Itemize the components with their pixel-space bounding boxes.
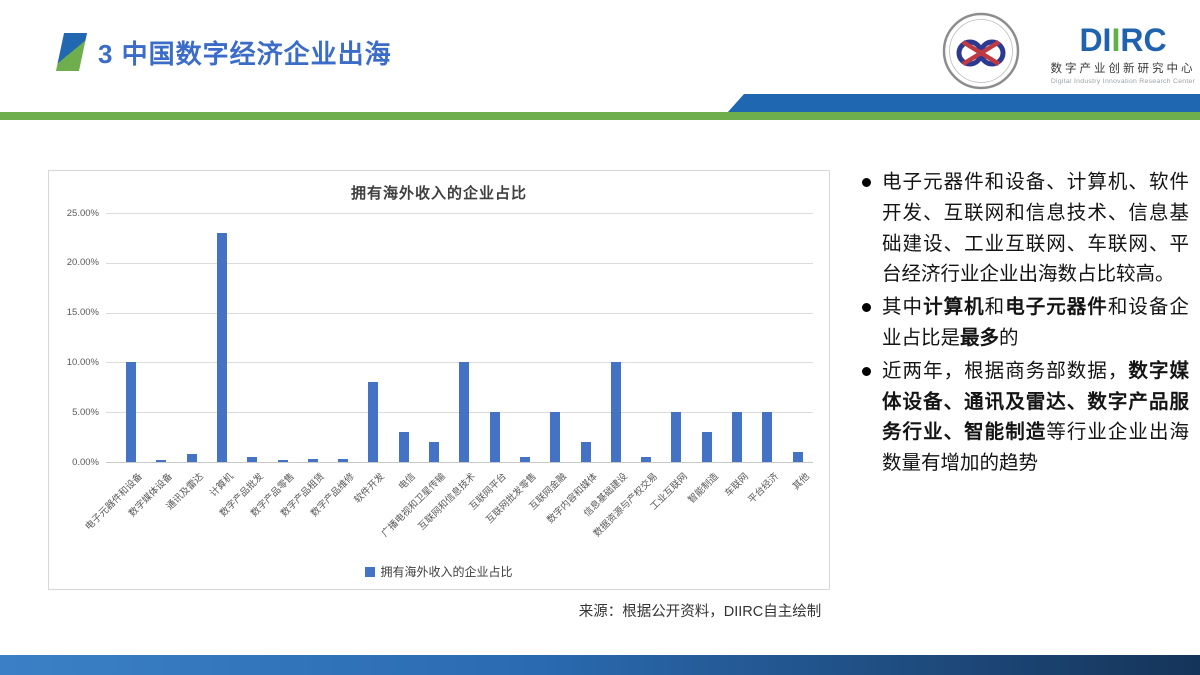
bar (399, 432, 409, 462)
title-accent-mark (56, 33, 87, 71)
bar (308, 459, 318, 462)
bullet-list: 电子元器件和设备、计算机、软件开发、互联网和信息技术、信息基础建设、工业互联网、… (862, 167, 1189, 479)
footer-bar (0, 655, 1200, 675)
header-blue-band (727, 94, 1200, 113)
y-axis-tick-label: 0.00% (49, 457, 99, 468)
bullet-dot (862, 178, 871, 187)
bar (247, 457, 257, 462)
source-note: 来源：根据公开资料，DIIRC自主绘制 (460, 600, 940, 621)
bar (429, 442, 439, 462)
bullet-text: 其中计算机和电子元器件和设备企业占比是最多的 (882, 292, 1189, 354)
bar (732, 412, 742, 462)
bar (490, 412, 500, 462)
bar (338, 459, 348, 462)
bullet-text: 近两年，根据商务部数据，数字媒体设备、通讯及雷达、数字产品服务行业、智能制造等行… (882, 356, 1189, 479)
bullet-text: 电子元器件和设备、计算机、软件开发、互联网和信息技术、信息基础建设、工业互联网、… (882, 167, 1189, 290)
dirc-logo: DIIRC 数字产业创新研究中心 Digital Industry Innova… (1048, 24, 1198, 85)
bar (459, 362, 469, 462)
bar (793, 452, 803, 462)
bar (581, 442, 591, 462)
bullet-item: 近两年，根据商务部数据，数字媒体设备、通讯及雷达、数字产品服务行业、智能制造等行… (862, 356, 1189, 479)
gridline (106, 313, 813, 314)
bar (187, 454, 197, 462)
dirc-logo-en-name: Digital Industry Innovation Research Cen… (1048, 78, 1198, 85)
y-axis-tick-label: 15.00% (49, 307, 99, 318)
bar (641, 457, 651, 462)
dirc-logo-letter: D (1079, 22, 1102, 58)
dirc-logo-letter: R (1120, 22, 1143, 58)
key-points-panel: 电子元器件和设备、计算机、软件开发、互联网和信息技术、信息基础建设、工业互联网、… (862, 167, 1189, 481)
header: 3 中国数字经济企业出海 (60, 33, 392, 71)
dirc-logo-letter: I (1111, 22, 1120, 58)
page-title: 3 中国数字经济企业出海 (98, 34, 392, 71)
gridline (106, 263, 813, 264)
bar (368, 382, 378, 462)
gridline (106, 213, 813, 214)
chart-title: 拥有海外收入的企业占比 (49, 182, 829, 203)
bar (126, 362, 136, 462)
bar (550, 412, 560, 462)
bullet-item: 其中计算机和电子元器件和设备企业占比是最多的 (862, 292, 1189, 354)
y-axis-tick-label: 5.00% (49, 407, 99, 418)
dirc-logo-cn-name: 数字产业创新研究中心 (1048, 60, 1198, 76)
dirc-logo-acronym: DIIRC (1048, 24, 1198, 56)
bar (671, 412, 681, 462)
bullet-dot (862, 303, 871, 312)
institute-seal-logo (941, 11, 1021, 91)
y-axis-tick-label: 25.00% (49, 208, 99, 219)
dirc-logo-letter: C (1143, 22, 1166, 58)
bullet-dot (862, 367, 871, 376)
bar (702, 432, 712, 462)
bullet-item: 电子元器件和设备、计算机、软件开发、互联网和信息技术、信息基础建设、工业互联网、… (862, 167, 1189, 290)
y-axis-tick-label: 10.00% (49, 357, 99, 368)
bar-chart: 拥有海外收入的企业占比 拥有海外收入的企业占比 25.00%20.00%15.0… (48, 170, 830, 590)
slide: 3 中国数字经济企业出海 DIIRC 数字产业创新研究中心 Digital In… (0, 0, 1200, 675)
bar (278, 460, 288, 462)
bar (762, 412, 772, 462)
bar (217, 233, 227, 462)
bar (156, 460, 166, 462)
bar (611, 362, 621, 462)
header-green-line (0, 112, 1200, 120)
y-axis-tick-label: 20.00% (49, 257, 99, 268)
bar (520, 457, 530, 462)
gridline (106, 462, 813, 463)
